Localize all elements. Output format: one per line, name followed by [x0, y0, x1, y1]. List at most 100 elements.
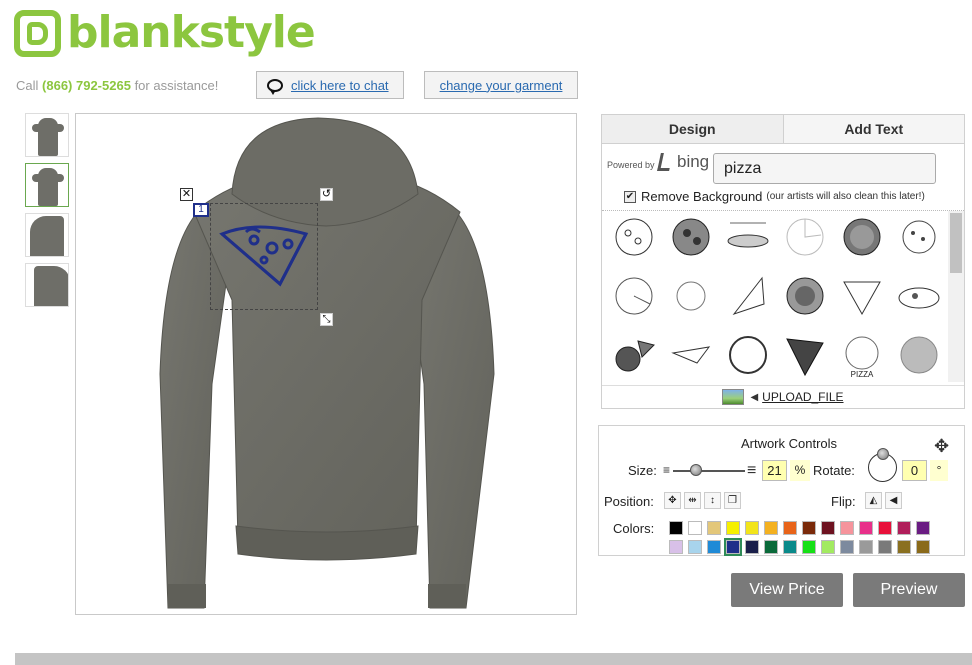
- color-swatch[interactable]: [859, 521, 873, 535]
- center-both-icon[interactable]: ✥: [664, 492, 681, 509]
- powered-by-label: Powered by: [607, 160, 655, 170]
- thumbnail-back[interactable]: [25, 163, 69, 207]
- color-swatch[interactable]: [724, 538, 742, 556]
- color-swatch[interactable]: [878, 521, 892, 535]
- clipart-result[interactable]: [895, 333, 943, 379]
- thumbnail-front[interactable]: [25, 113, 69, 157]
- color-swatch[interactable]: [745, 521, 759, 535]
- size-slider-handle[interactable]: [690, 464, 702, 476]
- logo-mark-icon: [14, 9, 61, 57]
- color-swatch[interactable]: [840, 521, 854, 535]
- color-swatch[interactable]: [878, 540, 892, 554]
- assistance-text: Call (866) 792-5265 for assistance!: [16, 78, 219, 93]
- clipart-result[interactable]: [667, 333, 715, 379]
- color-swatch[interactable]: [821, 540, 835, 554]
- color-swatch[interactable]: [745, 540, 759, 554]
- clipart-result[interactable]: [610, 274, 658, 320]
- clipart-result[interactable]: [838, 215, 886, 261]
- rotate-value-input[interactable]: 0: [902, 460, 927, 481]
- artwork-controls-title: Artwork Controls: [740, 436, 838, 451]
- clipart-result[interactable]: [610, 215, 658, 261]
- delete-artwork-icon[interactable]: ✕: [180, 188, 193, 201]
- color-swatch[interactable]: [821, 521, 835, 535]
- clipart-result[interactable]: [724, 274, 772, 320]
- brand-logo[interactable]: blankstyle: [14, 8, 316, 58]
- image-icon: [722, 389, 745, 405]
- size-value-input[interactable]: 21: [762, 460, 787, 481]
- bing-icon: [657, 153, 673, 171]
- remove-background-checkbox[interactable]: ✔: [624, 190, 636, 203]
- clipart-result[interactable]: [895, 215, 943, 261]
- tab-add-text[interactable]: Add Text: [783, 115, 964, 143]
- clipart-result[interactable]: [724, 215, 772, 261]
- size-decrease-icon[interactable]: ≡: [663, 463, 670, 477]
- rotate-dial[interactable]: [868, 448, 897, 482]
- upload-file-row[interactable]: ◀ UPLOAD_FILE: [602, 385, 964, 408]
- search-row: Powered by bing: [602, 144, 964, 186]
- artwork-controls: Artwork Controls ✥ Size: ≡ ≡ 21 % Rotate…: [598, 425, 965, 556]
- rotate-handle-icon[interactable]: ↺: [320, 188, 333, 201]
- clipart-result[interactable]: [667, 274, 715, 320]
- color-swatch[interactable]: [840, 540, 854, 554]
- color-swatch[interactable]: [859, 540, 873, 554]
- flip-vertical-icon[interactable]: ◀: [885, 492, 902, 509]
- size-slider-track[interactable]: [673, 470, 745, 472]
- clipart-result[interactable]: [667, 215, 715, 261]
- thumbnail-left-side[interactable]: [25, 213, 69, 257]
- center-vertical-icon[interactable]: ↕: [704, 492, 721, 509]
- resize-handle-icon[interactable]: ⤡: [320, 313, 333, 326]
- color-swatch[interactable]: [707, 521, 721, 535]
- size-increase-icon[interactable]: ≡: [747, 462, 756, 480]
- color-swatch[interactable]: [669, 540, 683, 554]
- color-swatch[interactable]: [783, 521, 797, 535]
- svg-text:PIZZA: PIZZA: [851, 370, 874, 379]
- remove-background-note: (our artists will also clean this later!…: [766, 191, 925, 202]
- color-swatch[interactable]: [802, 521, 816, 535]
- upload-file-link[interactable]: UPLOAD_FILE: [762, 390, 843, 404]
- thumbnail-right-side[interactable]: [25, 263, 69, 307]
- color-swatch[interactable]: [707, 540, 721, 554]
- size-label: Size:: [628, 463, 657, 478]
- tab-design[interactable]: Design: [602, 115, 784, 143]
- clipart-result[interactable]: [724, 333, 772, 379]
- color-swatch[interactable]: [764, 521, 778, 535]
- color-swatch[interactable]: [669, 521, 683, 535]
- color-swatch[interactable]: [764, 540, 778, 554]
- color-swatch[interactable]: [897, 540, 911, 554]
- change-garment-button[interactable]: change your garment: [424, 71, 578, 99]
- color-swatch[interactable]: [726, 521, 740, 535]
- arrow-left-icon: ◀: [750, 391, 759, 403]
- bing-logo: bing: [657, 152, 709, 172]
- color-swatch[interactable]: [897, 521, 911, 535]
- panel-tabs: Design Add Text: [602, 115, 964, 144]
- flip-horizontal-icon[interactable]: ◭: [865, 492, 882, 509]
- clipart-result[interactable]: [895, 274, 943, 320]
- clipart-result[interactable]: [781, 333, 829, 379]
- artwork-selection-box[interactable]: [210, 203, 318, 310]
- clipart-result[interactable]: [781, 274, 829, 320]
- clipart-result[interactable]: [838, 274, 886, 320]
- color-swatch[interactable]: [688, 521, 702, 535]
- clipart-result[interactable]: [781, 215, 829, 261]
- rotate-label: Rotate:: [813, 463, 855, 478]
- color-swatch[interactable]: [688, 540, 702, 554]
- search-input[interactable]: [713, 153, 936, 184]
- design-panel: Design Add Text Powered by bing ✔ Remove…: [601, 114, 965, 409]
- clipart-result[interactable]: [610, 333, 658, 379]
- color-swatch[interactable]: [802, 540, 816, 554]
- color-swatch[interactable]: [783, 540, 797, 554]
- results-scrollbar[interactable]: [948, 211, 964, 382]
- move-icon[interactable]: ✥: [934, 436, 949, 457]
- colors-label: Colors:: [613, 521, 655, 536]
- chat-button[interactable]: click here to chat: [256, 71, 404, 99]
- remove-background-option[interactable]: ✔ Remove Background (our artists will al…: [624, 189, 925, 204]
- send-to-back-icon[interactable]: ❐: [724, 492, 741, 509]
- color-swatch[interactable]: [916, 540, 930, 554]
- color-swatch[interactable]: [916, 521, 930, 535]
- view-price-button[interactable]: View Price: [731, 573, 843, 607]
- garment-view-thumbnails: [25, 113, 69, 313]
- center-horizontal-icon[interactable]: ⇹: [684, 492, 701, 509]
- clipart-result[interactable]: PIZZA: [838, 333, 886, 379]
- phone-number: (866) 792-5265: [42, 78, 131, 93]
- preview-button[interactable]: Preview: [853, 573, 965, 607]
